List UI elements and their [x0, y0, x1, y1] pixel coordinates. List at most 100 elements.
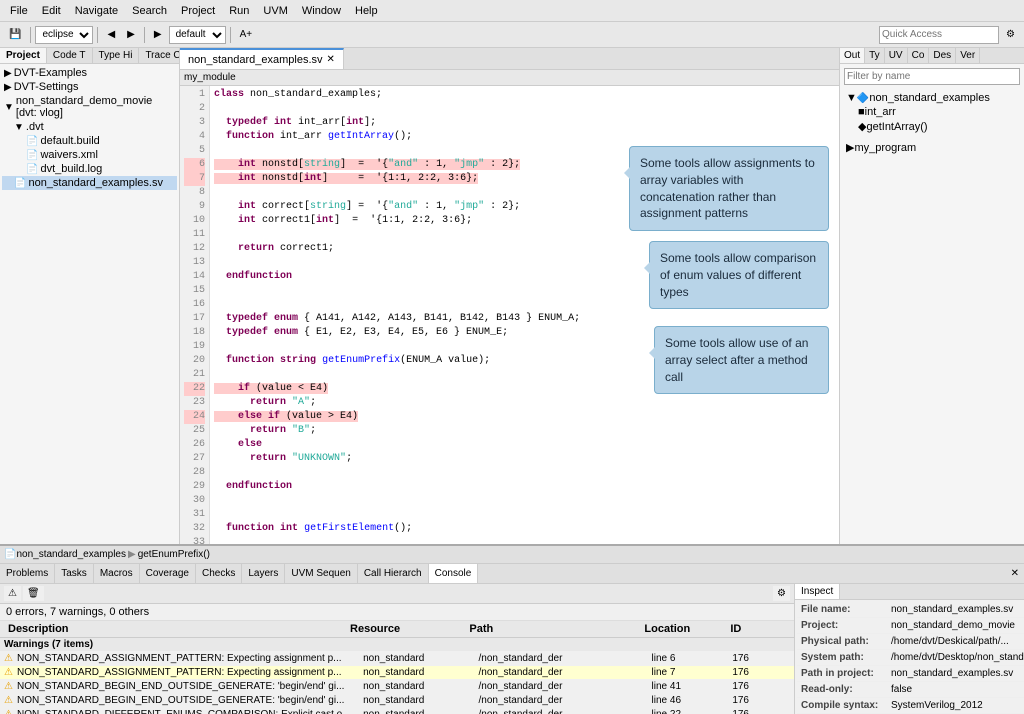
tree-non-standard-sv[interactable]: 📄 non_standard_examples.sv: [2, 176, 177, 190]
file-icon: 📄: [26, 150, 38, 161]
inspect-val: non_standard_examples.sv: [887, 666, 1017, 681]
bottom-tabs: Problems Tasks Macros Coverage Checks La…: [0, 564, 1024, 584]
table-row[interactable]: ⚠ NON_STANDARD_ASSIGNMENT_PATTERN: Expec…: [0, 666, 794, 680]
inspect-key: System path:: [797, 650, 887, 665]
inspect-panel: Inspect File name: non_standard_examples…: [794, 584, 1024, 714]
tab-close-btn[interactable]: ✕: [327, 54, 335, 65]
console-settings-btn[interactable]: ⚙: [773, 586, 790, 601]
callout-array-assignment: Some tools allow assignments to array va…: [629, 146, 829, 231]
callout-enum-comparison: Some tools allow comparison of enum valu…: [649, 241, 829, 309]
font-size-btn[interactable]: A+: [235, 26, 258, 43]
toolbar-sep-3: [144, 27, 145, 43]
right-tab-des[interactable]: Des: [929, 48, 956, 63]
tab-console[interactable]: Console: [429, 564, 479, 583]
row-path: /non_standard_der: [478, 653, 651, 664]
menu-project[interactable]: Project: [175, 3, 221, 19]
row-location: line 7: [652, 667, 733, 678]
quick-access-input[interactable]: [879, 26, 999, 44]
table-row[interactable]: ⚠ NON_STANDARD_DIFFERENT_ENUMS_COMPARISO…: [0, 708, 794, 714]
editor-content[interactable]: 12345 67 89101112 1314151617 18192021 22…: [180, 86, 839, 544]
toolbar-save-btn[interactable]: 💾: [4, 26, 26, 43]
editor-tab-main[interactable]: non_standard_examples.sv ✕: [180, 48, 344, 69]
tree-dvt-log[interactable]: 📄 dvt_build.log: [2, 162, 177, 176]
table-row[interactable]: ⚠ NON_STANDARD_BEGIN_END_OUTSIDE_GENERAT…: [0, 694, 794, 708]
menu-run[interactable]: Run: [223, 3, 255, 19]
tree-dvt-folder[interactable]: ▼ .dvt: [2, 120, 177, 134]
problems-header: Description Resource Path Location ID: [0, 621, 794, 638]
inspect-tab[interactable]: Inspect: [795, 584, 840, 599]
bottom-breadcrumb-file: 📄: [4, 549, 16, 560]
menu-file[interactable]: File: [4, 3, 34, 19]
tree-demo-movie[interactable]: ▼ non_standard_demo_movie [dvt: vlog]: [2, 94, 177, 120]
workspace-select[interactable]: eclipse: [35, 26, 93, 44]
bottom-breadcrumb-class: non_standard_examples: [16, 549, 126, 560]
filter-input[interactable]: [844, 68, 1020, 85]
console-clear-btn[interactable]: 🗑: [23, 586, 44, 601]
toolbar-forward-btn[interactable]: ▶: [122, 26, 140, 43]
tab-uvm-sequen[interactable]: UVM Sequen: [285, 564, 357, 583]
row-desc: NON_STANDARD_BEGIN_END_OUTSIDE_GENERATE:…: [17, 695, 363, 706]
left-panel: Project Code T Type Hi Trace C ▶ DVT-Exa…: [0, 48, 180, 544]
right-tab-ver[interactable]: Ver: [956, 48, 980, 63]
tab-call-hierarch[interactable]: Call Hierarch: [358, 564, 429, 583]
main-layout: Project Code T Type Hi Trace C ▶ DVT-Exa…: [0, 48, 1024, 544]
right-tree-non-standard[interactable]: ▼ 🔷 non_standard_examples: [842, 91, 1022, 105]
tab-checks[interactable]: Checks: [196, 564, 242, 583]
tree-default-build[interactable]: 📄 default.build: [2, 134, 177, 148]
tab-trace-c[interactable]: Trace C: [139, 48, 179, 63]
row-path: /non_standard_der: [478, 695, 651, 706]
right-tab-out[interactable]: Out: [840, 48, 865, 63]
menu-help[interactable]: Help: [349, 3, 384, 19]
console-filter-btn[interactable]: ⚠: [4, 586, 21, 601]
breadcrumb-module: my_module: [184, 72, 236, 83]
menu-window[interactable]: Window: [296, 3, 347, 19]
inspect-key: Physical path:: [797, 634, 887, 649]
menu-uvm[interactable]: UVM: [257, 3, 293, 19]
tab-macros[interactable]: Macros: [94, 564, 140, 583]
tab-type-hi[interactable]: Type Hi: [93, 48, 140, 63]
right-panel-tabs: Out Ty UV Co Des Ver: [840, 48, 1024, 64]
tab-layers[interactable]: Layers: [242, 564, 285, 583]
right-tree-int-arr[interactable]: ■ int_arr: [842, 105, 1022, 119]
table-row[interactable]: ⚠ NON_STANDARD_BEGIN_END_OUTSIDE_GENERAT…: [0, 680, 794, 694]
right-panel: Out Ty UV Co Des Ver ▼ 🔷 non_standard_ex…: [839, 48, 1024, 544]
tab-coverage[interactable]: Coverage: [140, 564, 196, 583]
problems-summary: 0 errors, 7 warnings, 0 others: [0, 604, 794, 621]
tree-dvt-examples[interactable]: ▶ DVT-Examples: [2, 66, 177, 80]
warnings-group-row: Warnings (7 items): [0, 638, 794, 652]
right-tree-my-program[interactable]: ▶ my_program: [842, 140, 1022, 155]
editor-tabs: non_standard_examples.sv ✕: [180, 48, 839, 70]
right-tab-co[interactable]: Co: [908, 48, 930, 63]
toolbar-back-btn[interactable]: ◀: [102, 26, 120, 43]
menu-navigate[interactable]: Navigate: [69, 3, 124, 19]
col-header-id: ID: [726, 623, 790, 635]
toolbar-run-btn[interactable]: ▶: [149, 26, 167, 43]
bottom-panel-close-btn[interactable]: ✕: [1006, 565, 1024, 582]
tab-code-t[interactable]: Code T: [47, 48, 93, 63]
tab-problems[interactable]: Problems: [0, 564, 55, 583]
tab-project[interactable]: Project: [0, 48, 47, 63]
tab-tasks[interactable]: Tasks: [55, 564, 94, 583]
function-icon: ◆: [858, 120, 866, 133]
row-id: 176: [732, 667, 790, 678]
tree-waivers[interactable]: 📄 waivers.xml: [2, 148, 177, 162]
breadcrumb-sep-icon: ▶: [128, 549, 136, 560]
run-config-select[interactable]: default: [169, 26, 226, 44]
inspect-key: Read-only:: [797, 682, 887, 697]
inspect-tabs: Inspect: [795, 584, 1024, 600]
col-header-path: Path: [465, 623, 640, 635]
type-icon: ■: [858, 106, 865, 118]
inspect-row: Project: non_standard_demo_movie: [797, 618, 1024, 634]
right-tree-get-int-array[interactable]: ◆ getIntArray(): [842, 119, 1022, 134]
inspect-val: non_standard_demo_movie: [887, 618, 1019, 633]
row-resource: non_standard: [363, 667, 478, 678]
toolbar-extra-btn[interactable]: ⚙: [1001, 26, 1020, 43]
right-tab-ty[interactable]: Ty: [865, 48, 885, 63]
menu-search[interactable]: Search: [126, 3, 173, 19]
bottom-breadcrumb-func: getEnumPrefix(): [138, 549, 210, 560]
menu-edit[interactable]: Edit: [36, 3, 67, 19]
line-numbers: 12345 67 89101112 1314151617 18192021 22…: [180, 86, 210, 544]
right-tab-uv[interactable]: UV: [885, 48, 908, 63]
table-row[interactable]: ⚠ NON_STANDARD_ASSIGNMENT_PATTERN: Expec…: [0, 652, 794, 666]
tree-dvt-settings[interactable]: ▶ DVT-Settings: [2, 80, 177, 94]
